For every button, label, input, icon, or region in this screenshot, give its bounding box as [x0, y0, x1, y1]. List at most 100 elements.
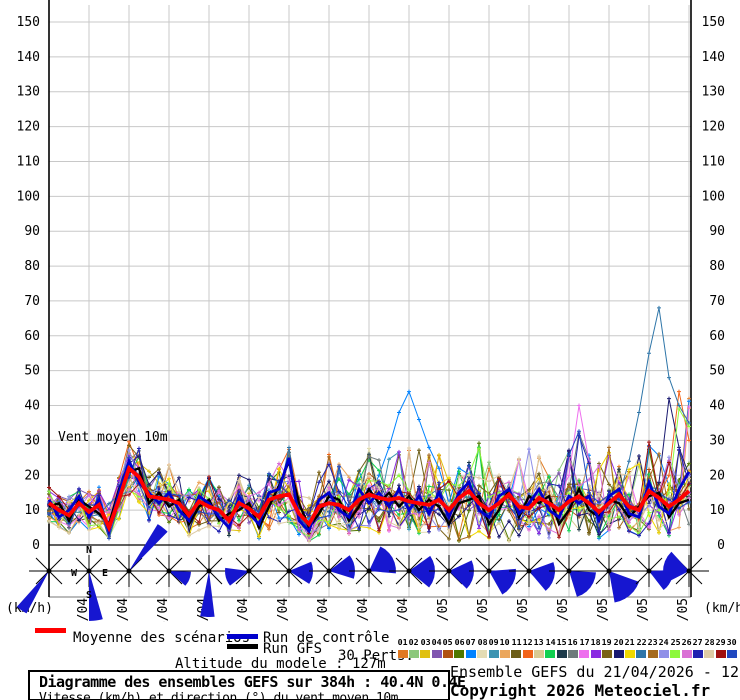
pert-swatch-cell	[408, 650, 419, 658]
wind-direction-wedge	[609, 571, 639, 603]
y-tick-label-right: 150	[702, 15, 725, 30]
y-tick-label-right: 100	[702, 189, 725, 204]
y-tick-label-left: 10	[24, 503, 40, 518]
pert-number: 03	[420, 639, 431, 648]
y-tick-label-left: 0	[32, 538, 40, 553]
pert-swatch-cell	[545, 650, 556, 658]
wind-direction-wedge	[449, 560, 474, 588]
pert-swatch-cell	[511, 650, 522, 658]
pert-number: 21	[624, 639, 635, 648]
pert-swatch	[545, 650, 555, 658]
pert-number-text: 25	[670, 639, 680, 647]
pert-swatch	[693, 650, 703, 658]
gfs-legend-label: Run GFS	[263, 641, 322, 657]
pert-number-text: 17	[579, 639, 589, 647]
y-tick-label-left: 150	[17, 15, 40, 30]
pert-number-text: 30	[727, 639, 737, 647]
pert-swatch-cell	[533, 650, 544, 658]
pert-swatch-cell	[477, 650, 488, 658]
pert-number-text: 03	[420, 639, 430, 647]
rose-center-dot	[407, 569, 412, 574]
pert-swatch-cell	[579, 650, 590, 658]
ensemble-wind-chart: 0010102020303040405050606070708080909010…	[0, 0, 740, 622]
pert-swatch	[511, 650, 521, 658]
y-tick-label-right: 20	[709, 468, 725, 483]
pert-swatch-cell	[556, 650, 567, 658]
pert-swatch-cell	[613, 650, 624, 658]
unit-label-right: (km/h)	[704, 601, 740, 616]
y-tick-label-left: 90	[24, 224, 40, 239]
rose-center-dot	[607, 569, 612, 574]
pert-swatch	[579, 650, 589, 658]
y-tick-label-right: 110	[702, 154, 725, 169]
pert-number: 02	[408, 639, 419, 648]
pert-number: 24	[658, 639, 669, 648]
pert-swatch-cell	[431, 650, 442, 658]
pert-swatch	[454, 650, 464, 658]
pert-swatch	[568, 650, 578, 658]
date-label: 28/04	[316, 598, 331, 622]
compass-e-label: E	[102, 568, 108, 579]
pert-number-text: 18	[591, 639, 601, 647]
pert-swatch	[614, 650, 624, 658]
pert-number: 13	[533, 639, 544, 648]
chart-annotation: Vent moyen 10m	[58, 430, 168, 445]
pert-number-text: 02	[409, 639, 419, 647]
pert-swatch-cell	[692, 650, 703, 658]
pert-number-text: 29	[716, 639, 726, 647]
control-legend-swatch	[227, 634, 258, 639]
y-tick-label-left: 130	[17, 85, 40, 100]
pert-swatch-cell	[624, 650, 635, 658]
wind-direction-wedge	[409, 556, 435, 588]
pert-swatch	[500, 650, 510, 658]
pert-number-text: 12	[522, 639, 532, 647]
pert-swatch	[682, 650, 692, 658]
y-tick-label-left: 30	[24, 433, 40, 448]
compass-n-label: N	[86, 545, 92, 556]
pert-swatch	[636, 650, 646, 658]
pert-number: 12	[522, 639, 533, 648]
pert-swatch	[659, 650, 669, 658]
pert-swatch-cell	[658, 650, 669, 658]
pert-swatch-cell	[465, 650, 476, 658]
rose-center-dot	[367, 569, 372, 574]
pert-number: 10	[499, 639, 510, 648]
pert-number-text: 15	[556, 639, 566, 647]
date-label: 03/05	[516, 598, 531, 622]
y-tick-label-left: 110	[17, 154, 40, 169]
y-tick-label-left: 70	[24, 294, 40, 309]
pert-swatch	[409, 650, 419, 658]
pert-number: 14	[545, 639, 556, 648]
pert-swatch	[523, 650, 533, 658]
pert-swatch	[670, 650, 680, 658]
y-tick-label-right: 90	[709, 224, 725, 239]
pert-number-text: 08	[477, 639, 487, 647]
chart-title: Diagramme des ensembles GEFS sur 384h : …	[39, 673, 448, 691]
rose-center-dot	[47, 569, 52, 574]
pert-swatch	[477, 650, 487, 658]
pert-number: 08	[477, 639, 488, 648]
mean-legend-swatch	[35, 628, 66, 633]
pert-number: 09	[488, 639, 499, 648]
pert-swatch	[591, 650, 601, 658]
rose-center-dot	[327, 569, 332, 574]
pert-number: 28	[704, 639, 715, 648]
gfs-legend-swatch	[227, 644, 258, 649]
pert-swatch	[420, 650, 430, 658]
run-info-label: Ensemble GEFS du 21/04/2026 - 12Z	[450, 663, 740, 681]
rose-center-dot	[487, 569, 492, 574]
pert-number-text: 20	[613, 639, 623, 647]
rose-center-dot	[647, 569, 652, 574]
date-label: 27/04	[276, 598, 291, 622]
y-tick-label-left: 120	[17, 120, 40, 135]
pert-number: 06	[454, 639, 465, 648]
y-tick-label-right: 0	[717, 538, 725, 553]
pert-number: 26	[681, 639, 692, 648]
pert-swatch-cell	[670, 650, 681, 658]
pert-number-text: 09	[488, 639, 498, 647]
pert-number: 16	[567, 639, 578, 648]
compass-w-label: W	[71, 568, 78, 579]
chart-info-box: Diagramme des ensembles GEFS sur 384h : …	[28, 670, 450, 700]
y-tick-label-left: 140	[17, 50, 40, 65]
date-label: 29/04	[356, 598, 371, 622]
